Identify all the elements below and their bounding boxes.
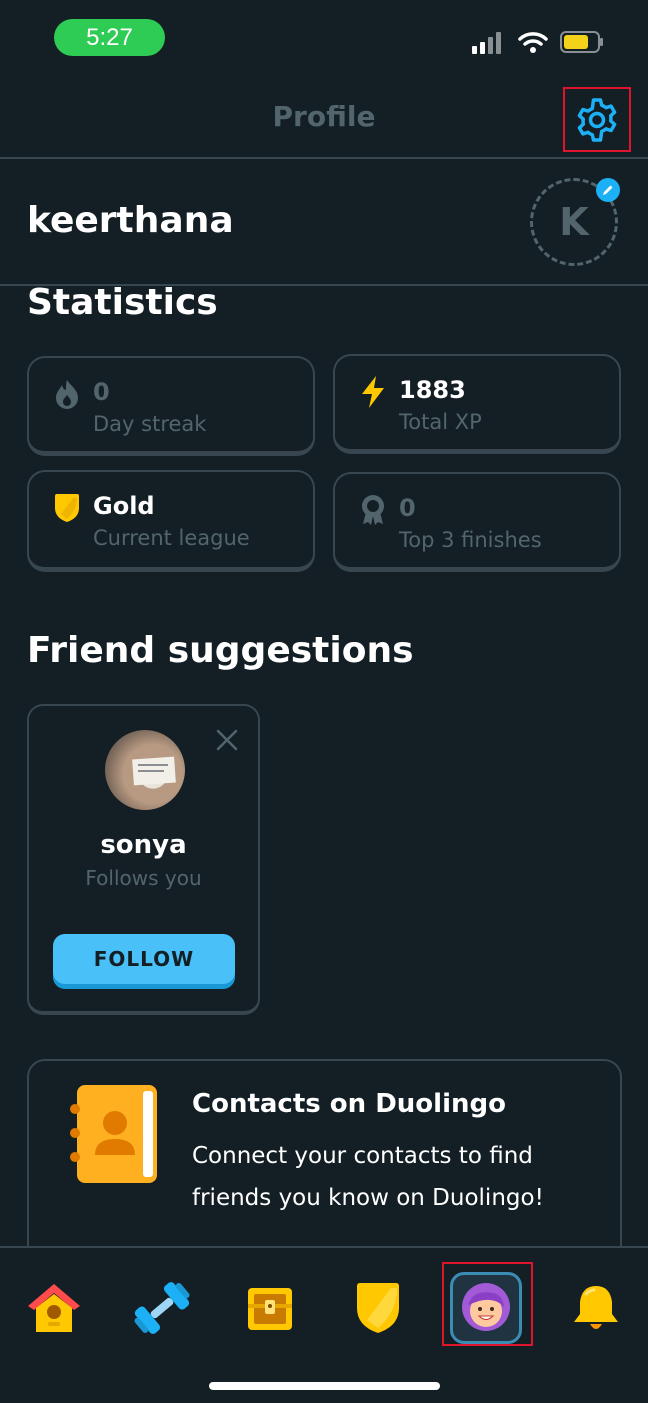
stat-label: Day streak [93, 412, 207, 436]
stat-label: Total XP [399, 410, 482, 434]
address-book-icon [70, 1085, 157, 1183]
nav-profile[interactable] [450, 1272, 522, 1344]
contacts-description: Connect your contacts to find friends yo… [192, 1143, 544, 1211]
header-divider [0, 157, 648, 159]
gold-shield-icon [55, 494, 79, 522]
friend-status: Follows you [85, 866, 202, 890]
nav-shop[interactable] [238, 1276, 302, 1340]
lightning-icon [362, 376, 384, 408]
medal-icon [362, 495, 384, 525]
settings-button[interactable] [563, 87, 631, 152]
friend-photo-image [132, 756, 176, 786]
friend-suggestions-title: Friend suggestions [27, 630, 414, 671]
battery-icon [560, 31, 603, 53]
wifi-icon [518, 32, 548, 53]
friend-suggestion-card[interactable]: sonya Follows you FOLLOW [27, 704, 260, 1015]
notifications-bell-icon [574, 1286, 618, 1329]
stat-value: 0 [399, 494, 416, 522]
friend-name: sonya [100, 830, 187, 860]
page-title: Profile [272, 100, 376, 133]
contacts-title: Contacts on Duolingo [192, 1089, 506, 1119]
gear-icon [577, 97, 617, 142]
nav-home[interactable] [22, 1276, 86, 1340]
stat-value: 1883 [399, 376, 466, 404]
follow-button[interactable]: FOLLOW [53, 934, 235, 984]
stat-card-day-streak: 0 Day streak [27, 356, 315, 456]
nav-leagues[interactable] [346, 1276, 410, 1340]
pencil-icon [603, 185, 613, 195]
league-shield-icon [357, 1283, 399, 1333]
username: keerthana [27, 200, 234, 241]
friend-avatar [105, 730, 185, 810]
statistics-title: Statistics [27, 282, 218, 323]
stat-label: Top 3 finishes [399, 528, 542, 552]
home-indicator[interactable] [209, 1382, 440, 1390]
home-icon [28, 1284, 80, 1332]
stat-value: 0 [93, 378, 110, 406]
stat-card-league: Gold Current league [27, 470, 315, 572]
status-time: 5:27 [54, 19, 165, 56]
cellular-signal-icon [472, 32, 501, 54]
practice-dumbbell-icon [134, 1282, 190, 1334]
close-icon[interactable] [215, 728, 239, 752]
stat-label: Current league [93, 526, 250, 550]
nav-notifications[interactable] [564, 1276, 628, 1340]
stat-value: Gold [93, 492, 155, 520]
flame-icon [56, 380, 78, 409]
treasure-chest-icon [248, 1288, 292, 1330]
stat-card-total-xp: 1883 Total XP [333, 354, 621, 454]
stat-card-top3: 0 Top 3 finishes [333, 472, 621, 572]
profile-avatar-icon [462, 1283, 510, 1331]
bottom-navigation [0, 1246, 648, 1403]
edit-avatar-button[interactable] [596, 178, 620, 202]
nav-practice[interactable] [130, 1276, 194, 1340]
